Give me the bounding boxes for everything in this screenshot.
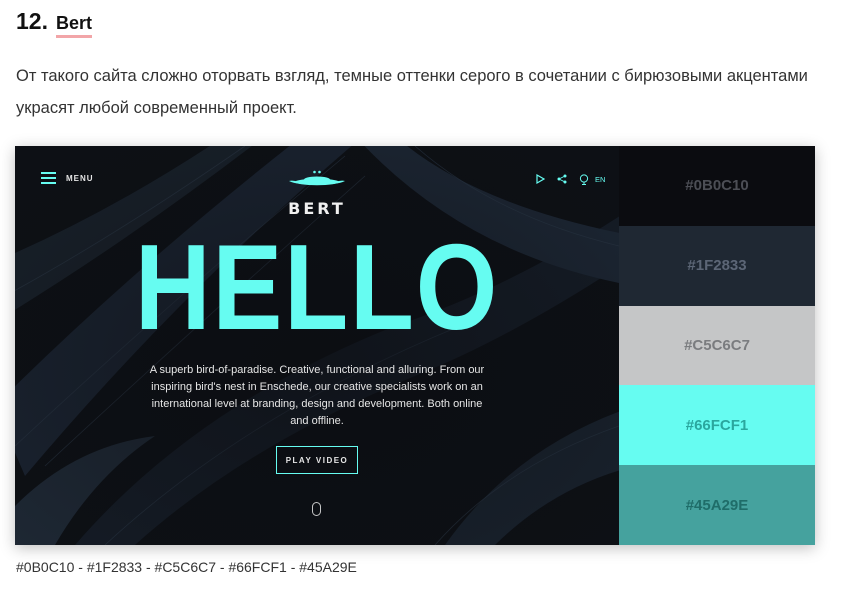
item-title-link[interactable]: Bert bbox=[55, 13, 92, 38]
bird-logo-icon bbox=[289, 170, 345, 186]
share-icon[interactable] bbox=[555, 172, 569, 186]
hero-headline: HELLO bbox=[134, 219, 500, 355]
article-heading: 12. Bert bbox=[16, 8, 92, 38]
swatch-hex: #45A29E bbox=[685, 496, 749, 514]
language-switch[interactable]: EN bbox=[595, 175, 605, 184]
mouse-scroll-icon[interactable] bbox=[312, 502, 321, 516]
website-screenshot: MENU BERT EN HELLO A superb bird-of-para… bbox=[15, 146, 815, 545]
swatch-hex: #C5C6C7 bbox=[684, 336, 750, 354]
top-toolbar: EN bbox=[533, 172, 605, 186]
globe-icon[interactable] bbox=[577, 172, 591, 186]
swatch-1f2833: #1F2833 bbox=[619, 225, 815, 306]
swatch-0b0c10: #0B0C10 bbox=[619, 146, 815, 226]
play-icon[interactable] bbox=[533, 172, 547, 186]
hero-tagline: A superb bird-of-paradise. Creative, fun… bbox=[149, 364, 485, 427]
play-video-button[interactable]: PLAY VIDEO bbox=[276, 446, 358, 474]
logo-name: BERT bbox=[288, 199, 346, 218]
swatch-hex: #66FCF1 bbox=[685, 416, 749, 434]
swatch-45a29e: #45A29E bbox=[619, 465, 815, 545]
site-logo[interactable]: BERT bbox=[285, 164, 349, 218]
color-palette: #0B0C10 #1F2833 #C5C6C7 #66FCF1 #45A29E bbox=[619, 146, 815, 545]
swatch-hex: #1F2833 bbox=[687, 257, 747, 275]
swatch-c5c6c7: #C5C6C7 bbox=[619, 305, 815, 386]
hero-section: MENU BERT EN HELLO A superb bird-of-para… bbox=[15, 146, 619, 545]
menu-label: MENU bbox=[66, 173, 94, 183]
swatch-hex: #0B0C10 bbox=[685, 177, 749, 195]
item-description: От такого сайта сложно оторвать взгляд, … bbox=[16, 67, 808, 117]
menu-icon bbox=[41, 172, 56, 184]
palette-caption: #0B0C10 - #1F2833 - #C5C6C7 - #66FCF1 - … bbox=[16, 559, 357, 575]
swatch-66fcf1: #66FCF1 bbox=[619, 385, 815, 466]
menu-button[interactable]: MENU bbox=[41, 172, 94, 184]
item-number: 12. bbox=[16, 8, 48, 34]
